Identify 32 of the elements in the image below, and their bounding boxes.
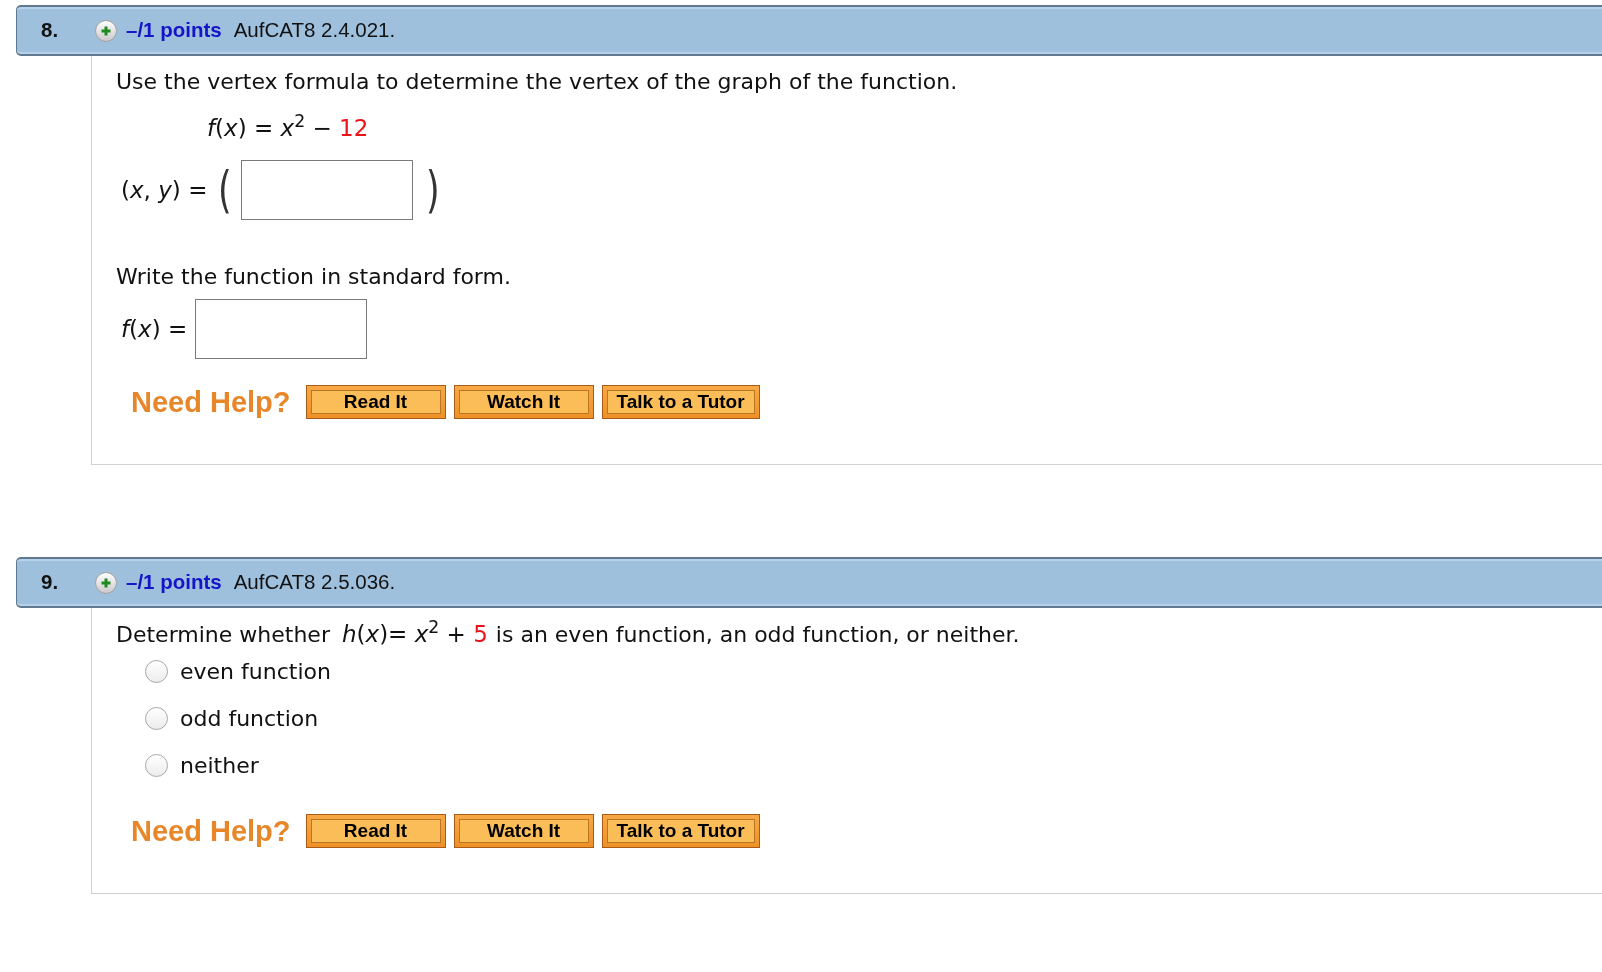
need-help-label: Need Help? [131, 385, 291, 419]
help-button[interactable]: Read It [305, 385, 446, 419]
help-button[interactable]: Talk to a Tutor [601, 814, 760, 848]
question-number: 8. [41, 18, 59, 42]
help-button[interactable]: Watch It [453, 814, 594, 848]
help-button[interactable]: Talk to a Tutor [601, 385, 760, 419]
need-help-label: Need Help? [131, 814, 291, 848]
plus-icon[interactable] [95, 571, 117, 594]
radio-button[interactable] [145, 707, 168, 730]
answer-label: (x, y) = [121, 175, 208, 205]
question-number: 9. [41, 570, 59, 594]
option-label[interactable]: even function [180, 655, 331, 688]
option-label[interactable]: odd function [180, 702, 319, 735]
parenthesis: ( [218, 165, 232, 215]
help-button[interactable]: Read It [305, 814, 446, 848]
question-text: Determine whether h(x)= x$^{2}$ + 5 is an even function, an odd function, or neither. [116, 621, 1021, 648]
points-label: –/1 points [126, 569, 222, 596]
answer-label: f(x) = [121, 314, 188, 344]
answer-box[interactable] [195, 299, 368, 359]
question-text: Write the function in standard form. [116, 264, 512, 290]
formula: f(x) = x$^{2}$ − 12 [207, 114, 370, 142]
question-code: AufCAT8 2.4.021. [233, 17, 396, 44]
help-button[interactable]: Watch It [453, 385, 594, 419]
plus-icon[interactable] [95, 19, 117, 42]
radio-button[interactable] [145, 754, 168, 777]
parenthesis: ) [425, 165, 440, 215]
radio-button[interactable] [145, 660, 168, 683]
question-text: Use the vertex formula to determine the vertex of the graph of the function. [116, 69, 959, 95]
answer-box[interactable] [240, 160, 413, 220]
points-label: –/1 points [126, 17, 222, 44]
option-label[interactable]: neither [180, 749, 259, 782]
question-code: AufCAT8 2.5.036. [233, 569, 396, 596]
